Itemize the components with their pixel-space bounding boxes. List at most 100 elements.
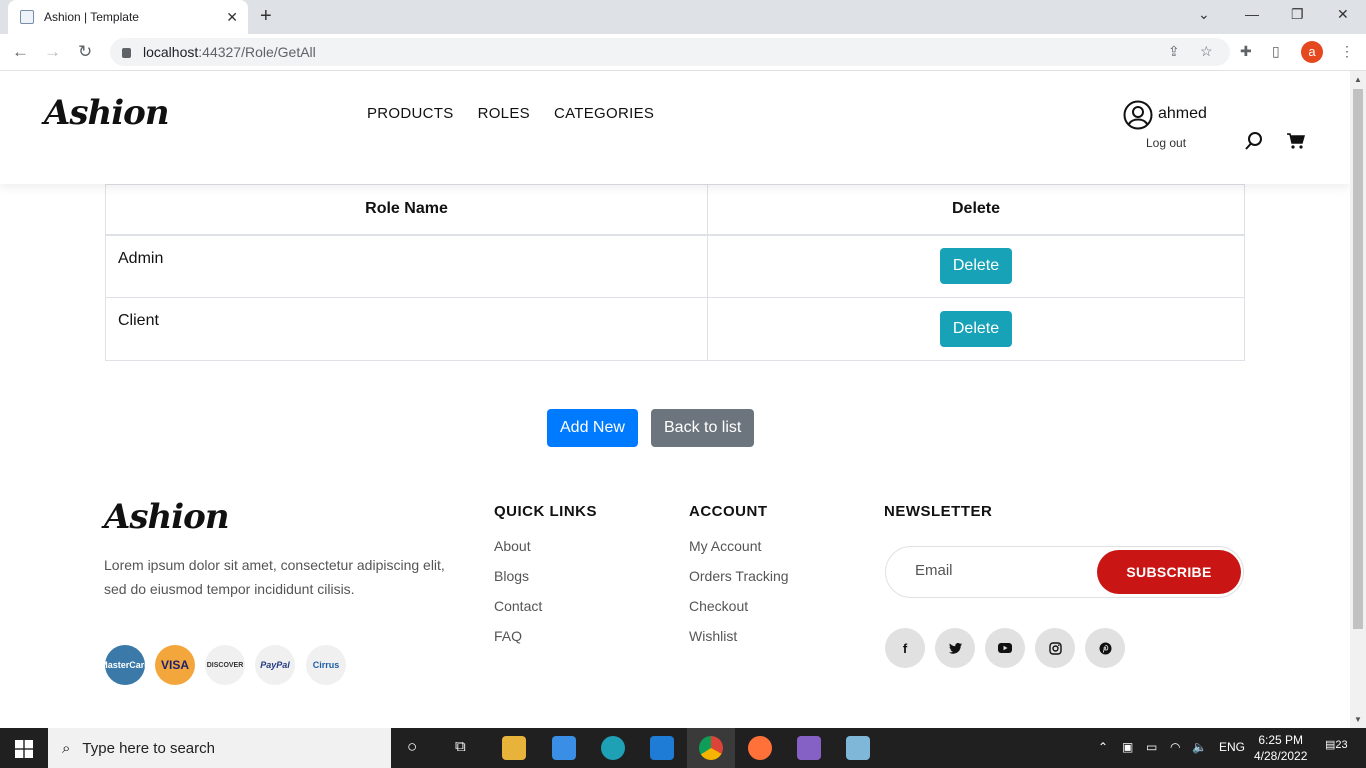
- twitter-icon[interactable]: [935, 628, 975, 668]
- footer-link-blogs[interactable]: Blogs: [494, 568, 542, 598]
- add-new-button[interactable]: Add New: [547, 409, 638, 447]
- visual-studio-icon[interactable]: [797, 736, 821, 760]
- pinterest-icon[interactable]: [1085, 628, 1125, 668]
- task-view-icon[interactable]: ⧉: [455, 738, 466, 755]
- site-logo[interactable]: Ashion: [44, 93, 170, 133]
- facebook-icon[interactable]: f: [885, 628, 925, 668]
- lock-icon: [122, 48, 131, 58]
- delete-button[interactable]: Delete: [939, 311, 1013, 347]
- nav-products[interactable]: PRODUCTS: [367, 105, 454, 122]
- role-name-cell: Admin: [105, 234, 708, 298]
- battery-icon[interactable]: ▭: [1146, 740, 1157, 754]
- subscribe-button[interactable]: SUBSCRIBE: [1097, 550, 1241, 594]
- volume-icon[interactable]: 🔈: [1192, 740, 1207, 754]
- account-title: ACCOUNT: [689, 503, 768, 520]
- browser-tab-bar: Ashion | Template ✕ + ⌄ — ❐ ✕: [0, 0, 1366, 34]
- windows-taskbar: ⌕ Type here to search ○ ⧉ ⌃ ▣ ▭ ◠ 🔈 ENG …: [0, 728, 1366, 768]
- file-explorer-icon[interactable]: [502, 736, 526, 760]
- reload-icon[interactable]: ↻: [78, 42, 92, 62]
- minimize-icon[interactable]: —: [1245, 6, 1259, 22]
- footer-link-wishlist[interactable]: Wishlist: [689, 628, 789, 658]
- table-row: Client Delete: [105, 297, 1245, 361]
- browser-tab[interactable]: Ashion | Template ✕: [8, 0, 248, 34]
- firefox-icon[interactable]: [748, 736, 772, 760]
- scroll-thumb[interactable]: [1353, 89, 1363, 629]
- delete-button[interactable]: Delete: [939, 248, 1013, 285]
- footer-link-my-account[interactable]: My Account: [689, 538, 789, 568]
- page-favicon-icon: [20, 10, 34, 24]
- youtube-icon[interactable]: [985, 628, 1025, 668]
- window-close-icon[interactable]: ✕: [1337, 6, 1349, 23]
- footer-link-checkout[interactable]: Checkout: [689, 598, 789, 628]
- account-links-list: My Account Orders Tracking Checkout Wish…: [689, 538, 789, 658]
- tab-search-icon[interactable]: ⌄: [1198, 6, 1210, 23]
- tab-title: Ashion | Template: [44, 10, 139, 24]
- instagram-icon[interactable]: [1035, 628, 1075, 668]
- user-icon[interactable]: [1123, 100, 1153, 130]
- notification-count: 23: [1335, 739, 1348, 751]
- new-tab-icon[interactable]: +: [260, 6, 272, 26]
- address-bar-row: ← → ↻ localhost:44327/Role/GetAll ⇪ ☆ ✚ …: [0, 34, 1366, 71]
- page-viewport: Ashion PRODUCTS ROLES CATEGORIES ahmed L…: [0, 71, 1350, 728]
- wifi-icon[interactable]: ◠: [1170, 740, 1180, 754]
- quick-links-list: About Blogs Contact FAQ: [494, 538, 542, 658]
- side-panel-icon[interactable]: ▯: [1272, 43, 1280, 60]
- mail-icon[interactable]: [650, 736, 674, 760]
- header-role-name: Role Name: [105, 184, 708, 236]
- store-icon[interactable]: [552, 736, 576, 760]
- visa-icon: VISA: [155, 645, 195, 685]
- url-path: :44327/Role/GetAll: [198, 44, 316, 60]
- quick-links-title: QUICK LINKS: [494, 503, 597, 520]
- action-cell: Delete: [707, 297, 1245, 361]
- taskbar-clock[interactable]: 6:25 PM 4/28/2022: [1254, 732, 1307, 764]
- search-icon[interactable]: [1244, 131, 1264, 151]
- footer-link-faq[interactable]: FAQ: [494, 628, 542, 658]
- share-icon[interactable]: ⇪: [1168, 43, 1180, 60]
- search-icon: ⌕: [62, 739, 71, 757]
- edge-icon[interactable]: [601, 736, 625, 760]
- nav-roles[interactable]: ROLES: [478, 105, 530, 122]
- menu-dots-icon[interactable]: ⋮: [1340, 43, 1354, 60]
- footer-link-orders-tracking[interactable]: Orders Tracking: [689, 568, 789, 598]
- back-arrow-icon[interactable]: ←: [12, 42, 29, 62]
- cart-icon[interactable]: [1287, 133, 1305, 149]
- show-hidden-icons-chevron-icon[interactable]: ⌃: [1098, 740, 1108, 754]
- newsletter-title: NEWSLETTER: [884, 503, 993, 520]
- header-delete: Delete: [707, 184, 1245, 236]
- footer-logo[interactable]: Ashion: [104, 497, 230, 537]
- taskbar-search-box[interactable]: ⌕ Type here to search: [48, 728, 391, 768]
- notifications-icon[interactable]: ▤23: [1325, 738, 1348, 751]
- bookmark-star-icon[interactable]: ☆: [1200, 43, 1213, 60]
- table-header-row: Role Name Delete: [105, 184, 1245, 236]
- logout-link[interactable]: Log out: [1146, 136, 1186, 150]
- close-tab-icon[interactable]: ✕: [226, 9, 238, 26]
- url-field[interactable]: localhost:44327/Role/GetAll ⇪ ☆: [110, 38, 1230, 66]
- chrome-icon[interactable]: [699, 736, 723, 760]
- scroll-down-icon[interactable]: ▼: [1354, 715, 1362, 724]
- extensions-icon[interactable]: ✚: [1240, 43, 1252, 60]
- paypal-icon: PayPal: [255, 645, 295, 685]
- language-indicator[interactable]: ENG: [1219, 740, 1245, 754]
- windows-start-icon[interactable]: [15, 740, 33, 758]
- nav-categories[interactable]: CATEGORIES: [554, 105, 654, 122]
- footer-link-about[interactable]: About: [494, 538, 542, 568]
- user-name[interactable]: ahmed: [1158, 105, 1207, 123]
- taskbar-search-placeholder: Type here to search: [82, 739, 215, 757]
- forward-arrow-icon[interactable]: →: [44, 42, 61, 62]
- email-field[interactable]: [915, 562, 1085, 579]
- footer-link-contact[interactable]: Contact: [494, 598, 542, 628]
- back-to-list-button[interactable]: Back to list: [651, 409, 755, 447]
- cortana-icon[interactable]: ○: [407, 737, 417, 757]
- notepad-icon[interactable]: [846, 736, 870, 760]
- mastercard-icon: MasterCard: [100, 645, 150, 685]
- newsletter-form: SUBSCRIBE: [885, 546, 1244, 598]
- page-scrollbar[interactable]: ▲ ▼: [1350, 71, 1366, 728]
- role-name-cell: Client: [105, 297, 708, 361]
- action-cell: Delete: [707, 234, 1245, 298]
- profile-avatar[interactable]: a: [1301, 41, 1323, 63]
- scroll-up-icon[interactable]: ▲: [1354, 75, 1362, 84]
- meet-now-icon[interactable]: ▣: [1122, 740, 1133, 754]
- restore-icon[interactable]: ❐: [1291, 6, 1304, 23]
- clock-time: 6:25 PM: [1258, 733, 1304, 747]
- footer-description: Lorem ipsum dolor sit amet, consectetur …: [104, 557, 445, 597]
